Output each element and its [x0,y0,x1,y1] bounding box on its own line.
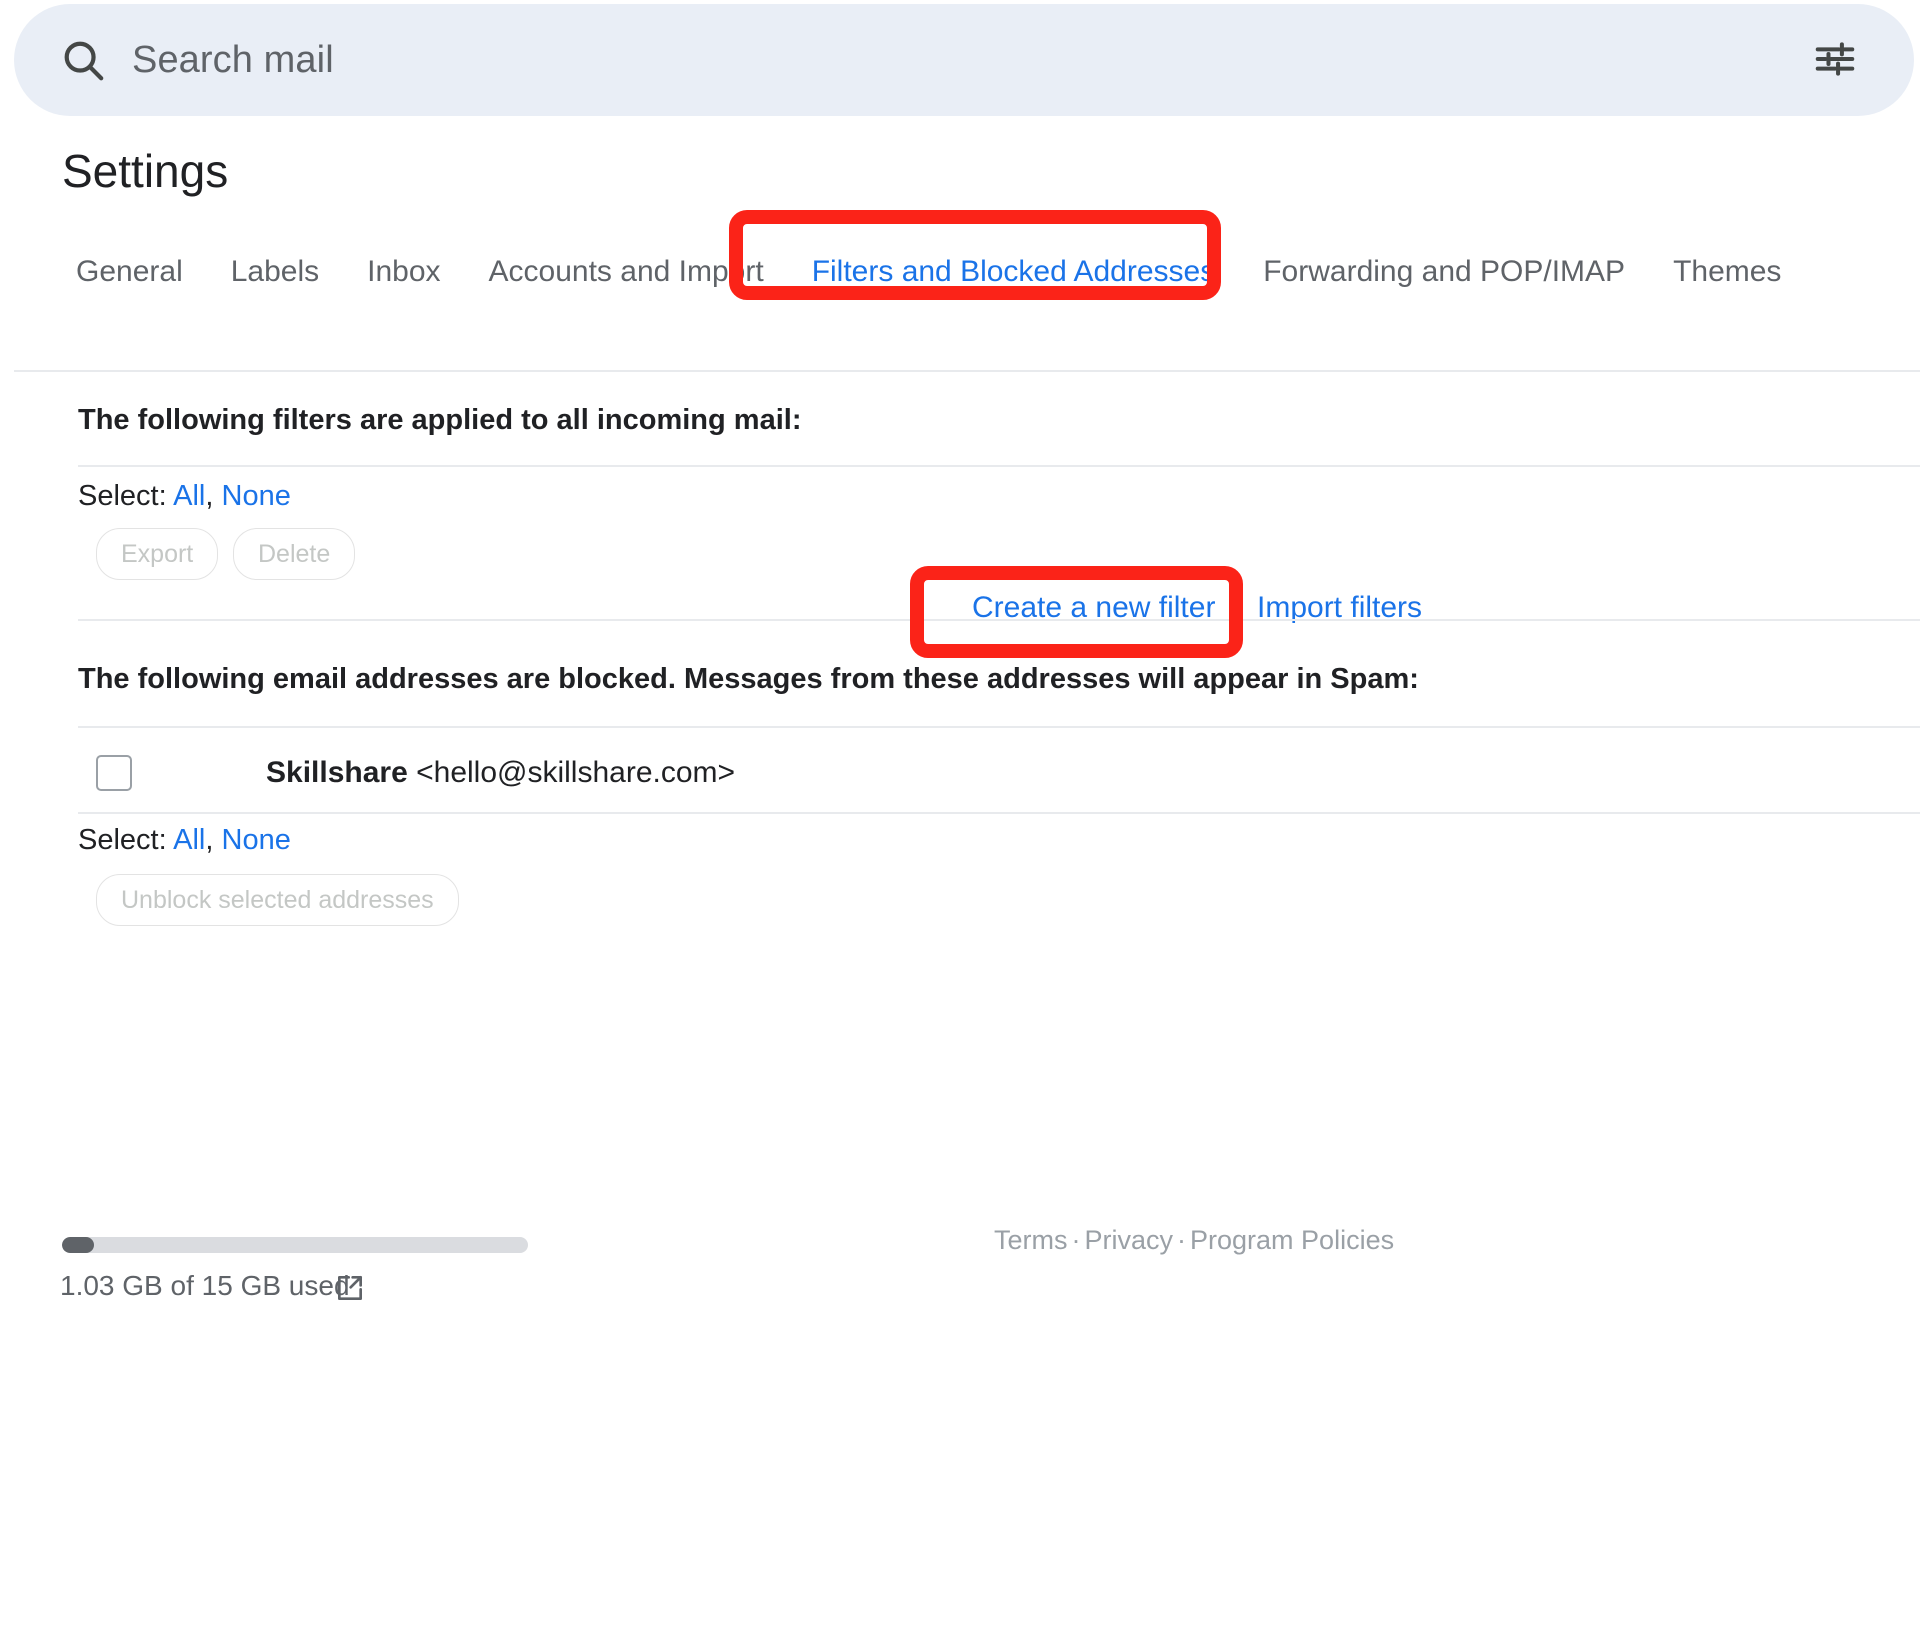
tab-themes[interactable]: Themes [1649,230,1805,314]
blocked-select-comma: , [205,824,213,856]
search-options-button[interactable] [1790,15,1880,105]
divider [78,619,1920,621]
tab-accounts-and-import[interactable]: Accounts and Import [465,230,788,314]
blocked-select-all-link[interactable]: All [173,824,205,856]
filters-select-comma: , [205,480,213,512]
filters-section-heading: The following filters are applied to all… [78,404,801,437]
tab-inbox[interactable]: Inbox [343,230,464,314]
search-input[interactable] [132,39,1790,82]
delete-button[interactable]: Delete [233,528,355,580]
terms-link[interactable]: Terms [994,1225,1068,1255]
tab-filters-and-blocked-addresses[interactable]: Filters and Blocked Addresses [788,230,1240,314]
page-title: Settings [62,144,228,198]
storage-bar-fill [62,1237,94,1253]
filters-select-all-link[interactable]: All [173,480,205,512]
tune-icon [1812,36,1858,85]
open-in-new-icon[interactable] [334,1272,366,1304]
program-policies-link[interactable]: Program Policies [1190,1225,1394,1255]
blocked-select-label: Select: [78,824,167,856]
export-button[interactable]: Export [96,528,218,580]
tabs-underline [14,370,1920,372]
blocked-address-name: Skillshare [266,756,408,789]
divider [78,726,1920,728]
blocked-select-none-link[interactable]: None [222,824,291,856]
blocked-address-checkbox[interactable] [96,755,132,791]
tab-forwarding-and-pop-imap[interactable]: Forwarding and POP/IMAP [1239,230,1649,314]
blocked-address-email: <hello@skillshare.com> [416,756,735,789]
tab-general[interactable]: General [62,230,207,314]
search-bar[interactable] [14,4,1914,116]
filters-select-label: Select: [78,480,167,512]
filters-select-row: Select: All, None [78,480,291,513]
blocked-section-heading: The following email addresses are blocke… [78,663,1419,696]
blocked-address-row[interactable]: Skillshare <hello@skillshare.com> [78,734,1920,812]
unblock-selected-addresses-button[interactable]: Unblock selected addresses [96,874,459,926]
divider [78,812,1920,814]
settings-tab-list: General Labels Inbox Accounts and Import… [62,230,1912,314]
blocked-select-row: Select: All, None [78,824,291,857]
footer-links: Terms·Privacy·Program Policies [994,1225,1394,1256]
footer-separator: · [1068,1225,1085,1255]
privacy-link[interactable]: Privacy [1085,1225,1174,1255]
search-icon [60,37,106,83]
settings-card: Settings General Labels Inbox Accounts a… [14,122,1920,1632]
gmail-settings-screen: Settings General Labels Inbox Accounts a… [0,0,1920,1632]
tab-labels[interactable]: Labels [207,230,343,314]
storage-bar [62,1237,528,1253]
filters-select-none-link[interactable]: None [222,480,291,512]
storage-usage-text: 1.03 GB of 15 GB used [60,1270,350,1302]
divider [78,465,1920,467]
footer-separator: · [1173,1225,1190,1255]
blocked-address-text: Skillshare <hello@skillshare.com> [266,756,735,790]
